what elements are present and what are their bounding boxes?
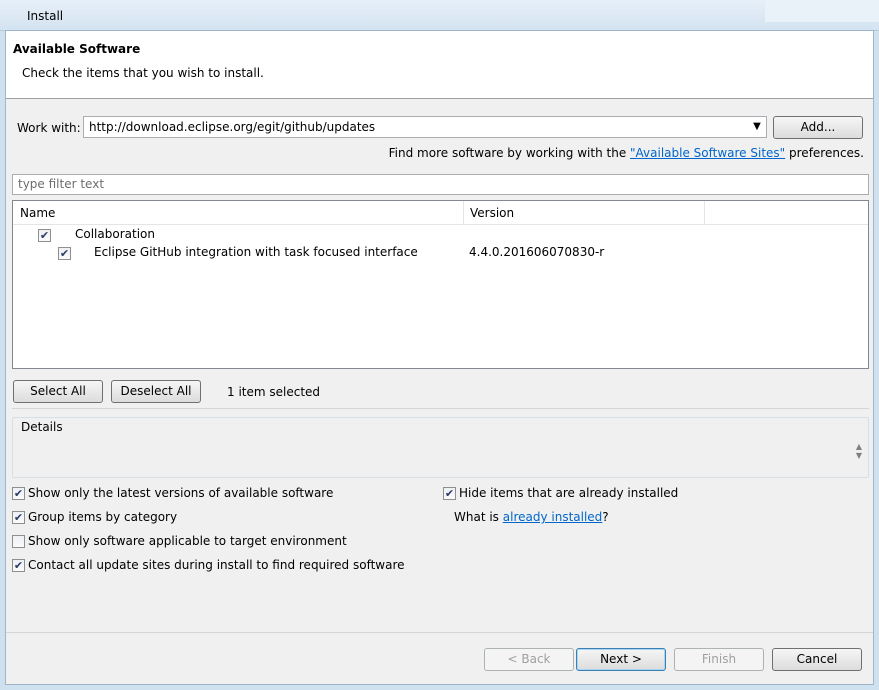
contact-all-sites-checkbox[interactable]: ✔ xyxy=(12,559,25,572)
window-titlebar: Install xyxy=(0,0,879,31)
cancel-button[interactable]: Cancel xyxy=(772,648,862,671)
find-more-suffix: preferences. xyxy=(785,146,864,160)
column-name[interactable]: Name xyxy=(20,206,55,220)
finish-button[interactable]: Finish xyxy=(674,648,764,671)
applicable-only-checkbox[interactable] xyxy=(12,535,25,548)
already-installed-link[interactable]: already installed xyxy=(503,510,603,524)
find-more-text: Find more software by working with the "… xyxy=(389,146,864,160)
what-is-suffix: ? xyxy=(602,510,609,524)
checkmark-icon: ✔ xyxy=(13,487,24,500)
next-button[interactable]: Next > xyxy=(576,648,666,671)
contact-all-sites-label[interactable]: Contact all update sites during install … xyxy=(28,558,405,572)
footer-divider xyxy=(6,632,873,633)
checkmark-icon: ✔ xyxy=(59,247,70,260)
group-by-category-checkbox[interactable]: ✔ xyxy=(12,511,25,524)
divider xyxy=(12,408,869,409)
checkmark-icon: ✔ xyxy=(13,511,24,524)
tree-row-feature[interactable]: Eclipse GitHub integration with task foc… xyxy=(94,245,418,259)
back-button[interactable]: < Back xyxy=(484,648,574,671)
tree-header: Name Version xyxy=(13,201,868,225)
group-by-category-label[interactable]: Group items by category xyxy=(28,510,177,524)
checkmark-icon: ✔ xyxy=(39,229,50,242)
window-title: Install xyxy=(27,9,64,23)
software-tree[interactable]: Name Version ✔ Collaboration ✔ Eclipse G… xyxy=(12,200,869,369)
page-title: Available Software xyxy=(13,42,141,56)
what-is-installed-text: What is already installed? xyxy=(454,510,609,524)
page-description: Check the items that you wish to install… xyxy=(22,66,264,80)
titlebar-glare xyxy=(765,0,879,22)
column-divider[interactable] xyxy=(704,201,705,224)
column-divider[interactable] xyxy=(463,201,464,224)
hide-installed-checkbox[interactable]: ✔ xyxy=(443,487,456,500)
add-site-button[interactable]: Add... xyxy=(773,116,863,139)
collaboration-checkbox[interactable]: ✔ xyxy=(38,229,51,242)
what-is-prefix: What is xyxy=(454,510,503,524)
tree-row-category[interactable]: Collaboration xyxy=(75,227,155,241)
dropdown-arrow-icon[interactable]: ▼ xyxy=(750,120,764,134)
hide-installed-label[interactable]: Hide items that are already installed xyxy=(459,486,678,500)
work-with-value: http://download.eclipse.org/egit/github/… xyxy=(89,120,376,134)
tree-row-version: 4.4.0.201606070830-r xyxy=(469,245,605,259)
checkmark-icon: ✔ xyxy=(444,487,455,500)
column-version[interactable]: Version xyxy=(470,206,514,220)
details-label: Details xyxy=(21,420,63,434)
selection-status: 1 item selected xyxy=(227,385,321,399)
applicable-only-label[interactable]: Show only software applicable to target … xyxy=(28,534,347,548)
work-with-combo[interactable]: http://download.eclipse.org/egit/github/… xyxy=(83,116,767,138)
available-software-sites-link[interactable]: "Available Software Sites" xyxy=(630,146,785,160)
github-integration-checkbox[interactable]: ✔ xyxy=(58,247,71,260)
latest-versions-label[interactable]: Show only the latest versions of availab… xyxy=(28,486,333,500)
work-with-label: Work with: xyxy=(17,121,81,135)
select-all-button[interactable]: Select All xyxy=(13,380,103,403)
details-group: Details ▲ ▼ xyxy=(12,417,869,478)
filter-placeholder: type filter text xyxy=(18,177,105,191)
deselect-all-button[interactable]: Deselect All xyxy=(111,380,201,403)
latest-versions-checkbox[interactable]: ✔ xyxy=(12,487,25,500)
checkmark-icon: ✔ xyxy=(13,559,24,572)
details-scroll-icon[interactable]: ▲ ▼ xyxy=(854,442,864,462)
filter-input[interactable]: type filter text xyxy=(12,174,869,195)
find-more-prefix: Find more software by working with the xyxy=(388,146,631,160)
